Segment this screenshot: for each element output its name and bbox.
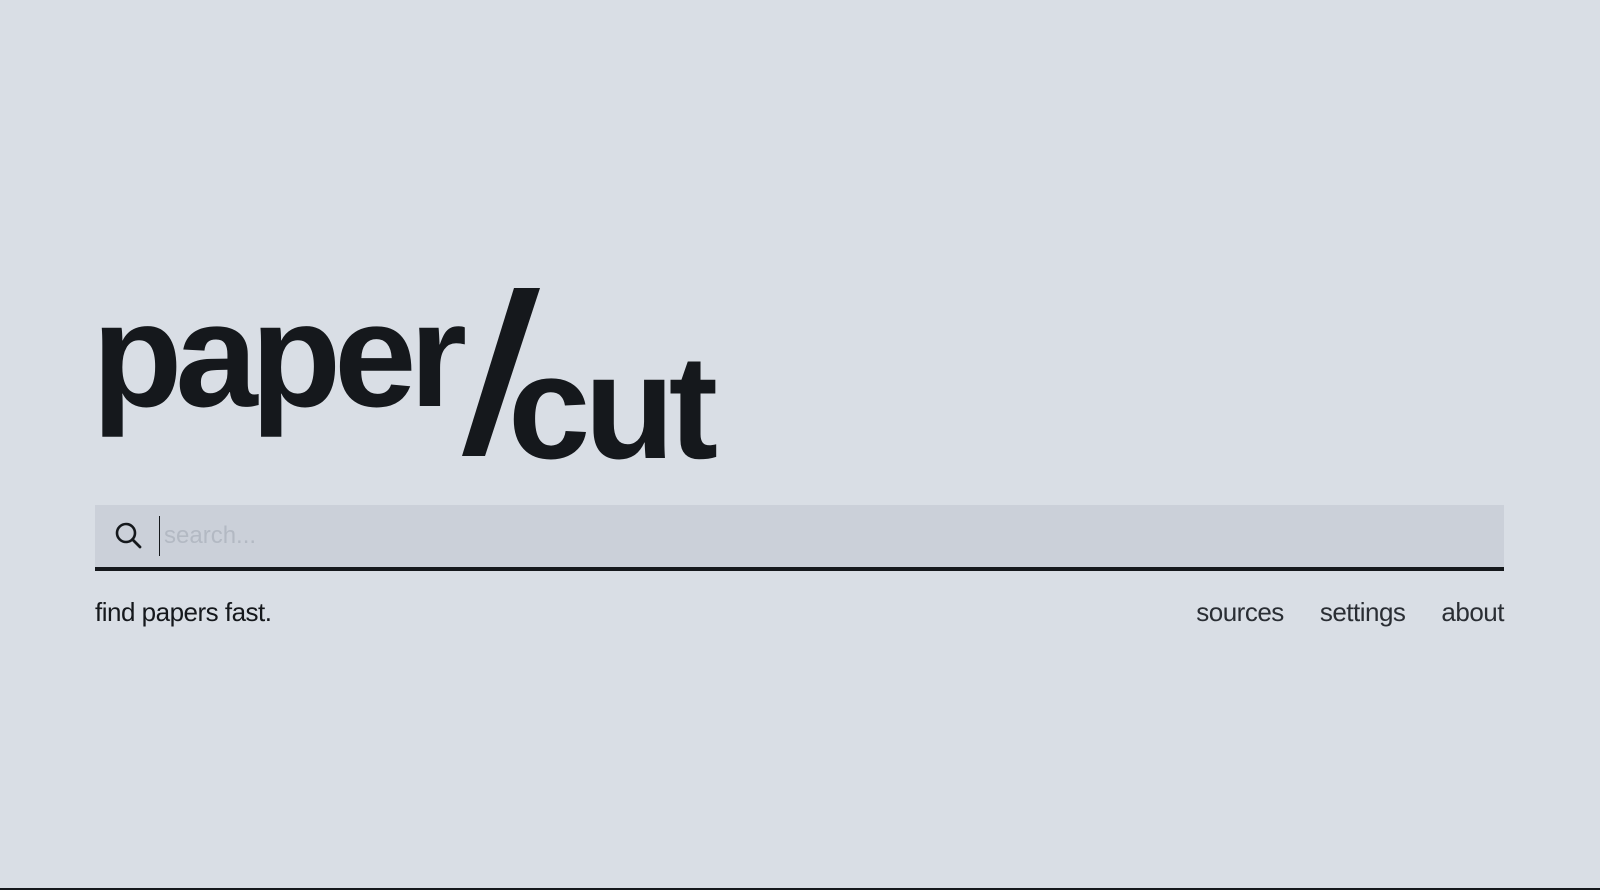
logo-word-paper: paper xyxy=(92,273,467,438)
search-icon xyxy=(115,522,142,549)
footer-nav: sources settings about xyxy=(1196,597,1504,628)
nav-link-about[interactable]: about xyxy=(1441,597,1504,628)
search-input[interactable] xyxy=(159,516,1484,556)
nav-link-sources[interactable]: sources xyxy=(1196,597,1284,628)
tagline: find papers fast. xyxy=(95,597,272,627)
page: paper cut find papers fast. sources sett… xyxy=(0,0,1600,890)
logo: paper cut xyxy=(92,273,732,482)
logo-word-cut: cut xyxy=(508,325,718,490)
search-bar[interactable] xyxy=(95,505,1504,571)
nav-link-settings[interactable]: settings xyxy=(1320,597,1406,628)
